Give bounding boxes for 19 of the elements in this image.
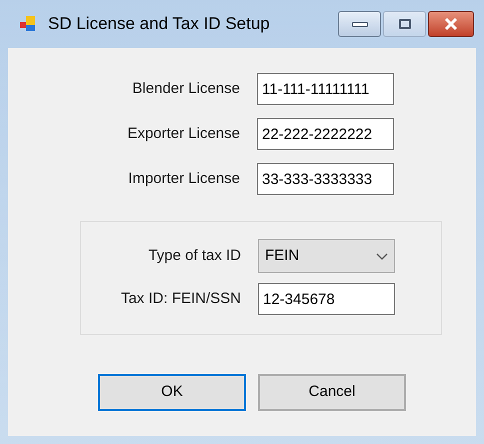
close-icon — [444, 18, 458, 30]
text-field[interactable]: 12-345678 — [258, 283, 395, 315]
dialog-button[interactable]: OK — [98, 374, 246, 411]
dialog-button[interactable]: Cancel — [258, 374, 406, 411]
field-label: Importer License — [127, 168, 240, 189]
chevron-down-icon — [376, 252, 388, 260]
text-field[interactable]: 11-111-11111111 — [257, 73, 394, 105]
window-title: SD License and Tax ID Setup — [48, 13, 270, 36]
field-label: Exporter License — [126, 124, 240, 144]
field-label: Tax ID: FEIN/SSN — [120, 288, 241, 309]
app-icon — [20, 15, 38, 33]
close-button[interactable] — [428, 11, 474, 37]
text-field[interactable]: 33-333-3333333 — [257, 163, 394, 195]
text-field[interactable]: 22-222-2222222 — [257, 118, 394, 150]
field-label: Blender License — [131, 78, 240, 99]
field-label: Type of tax ID — [147, 246, 241, 266]
minimize-button[interactable] — [338, 11, 381, 37]
dropdown[interactable]: FEIN — [258, 239, 395, 273]
maximize-button[interactable] — [383, 11, 426, 37]
